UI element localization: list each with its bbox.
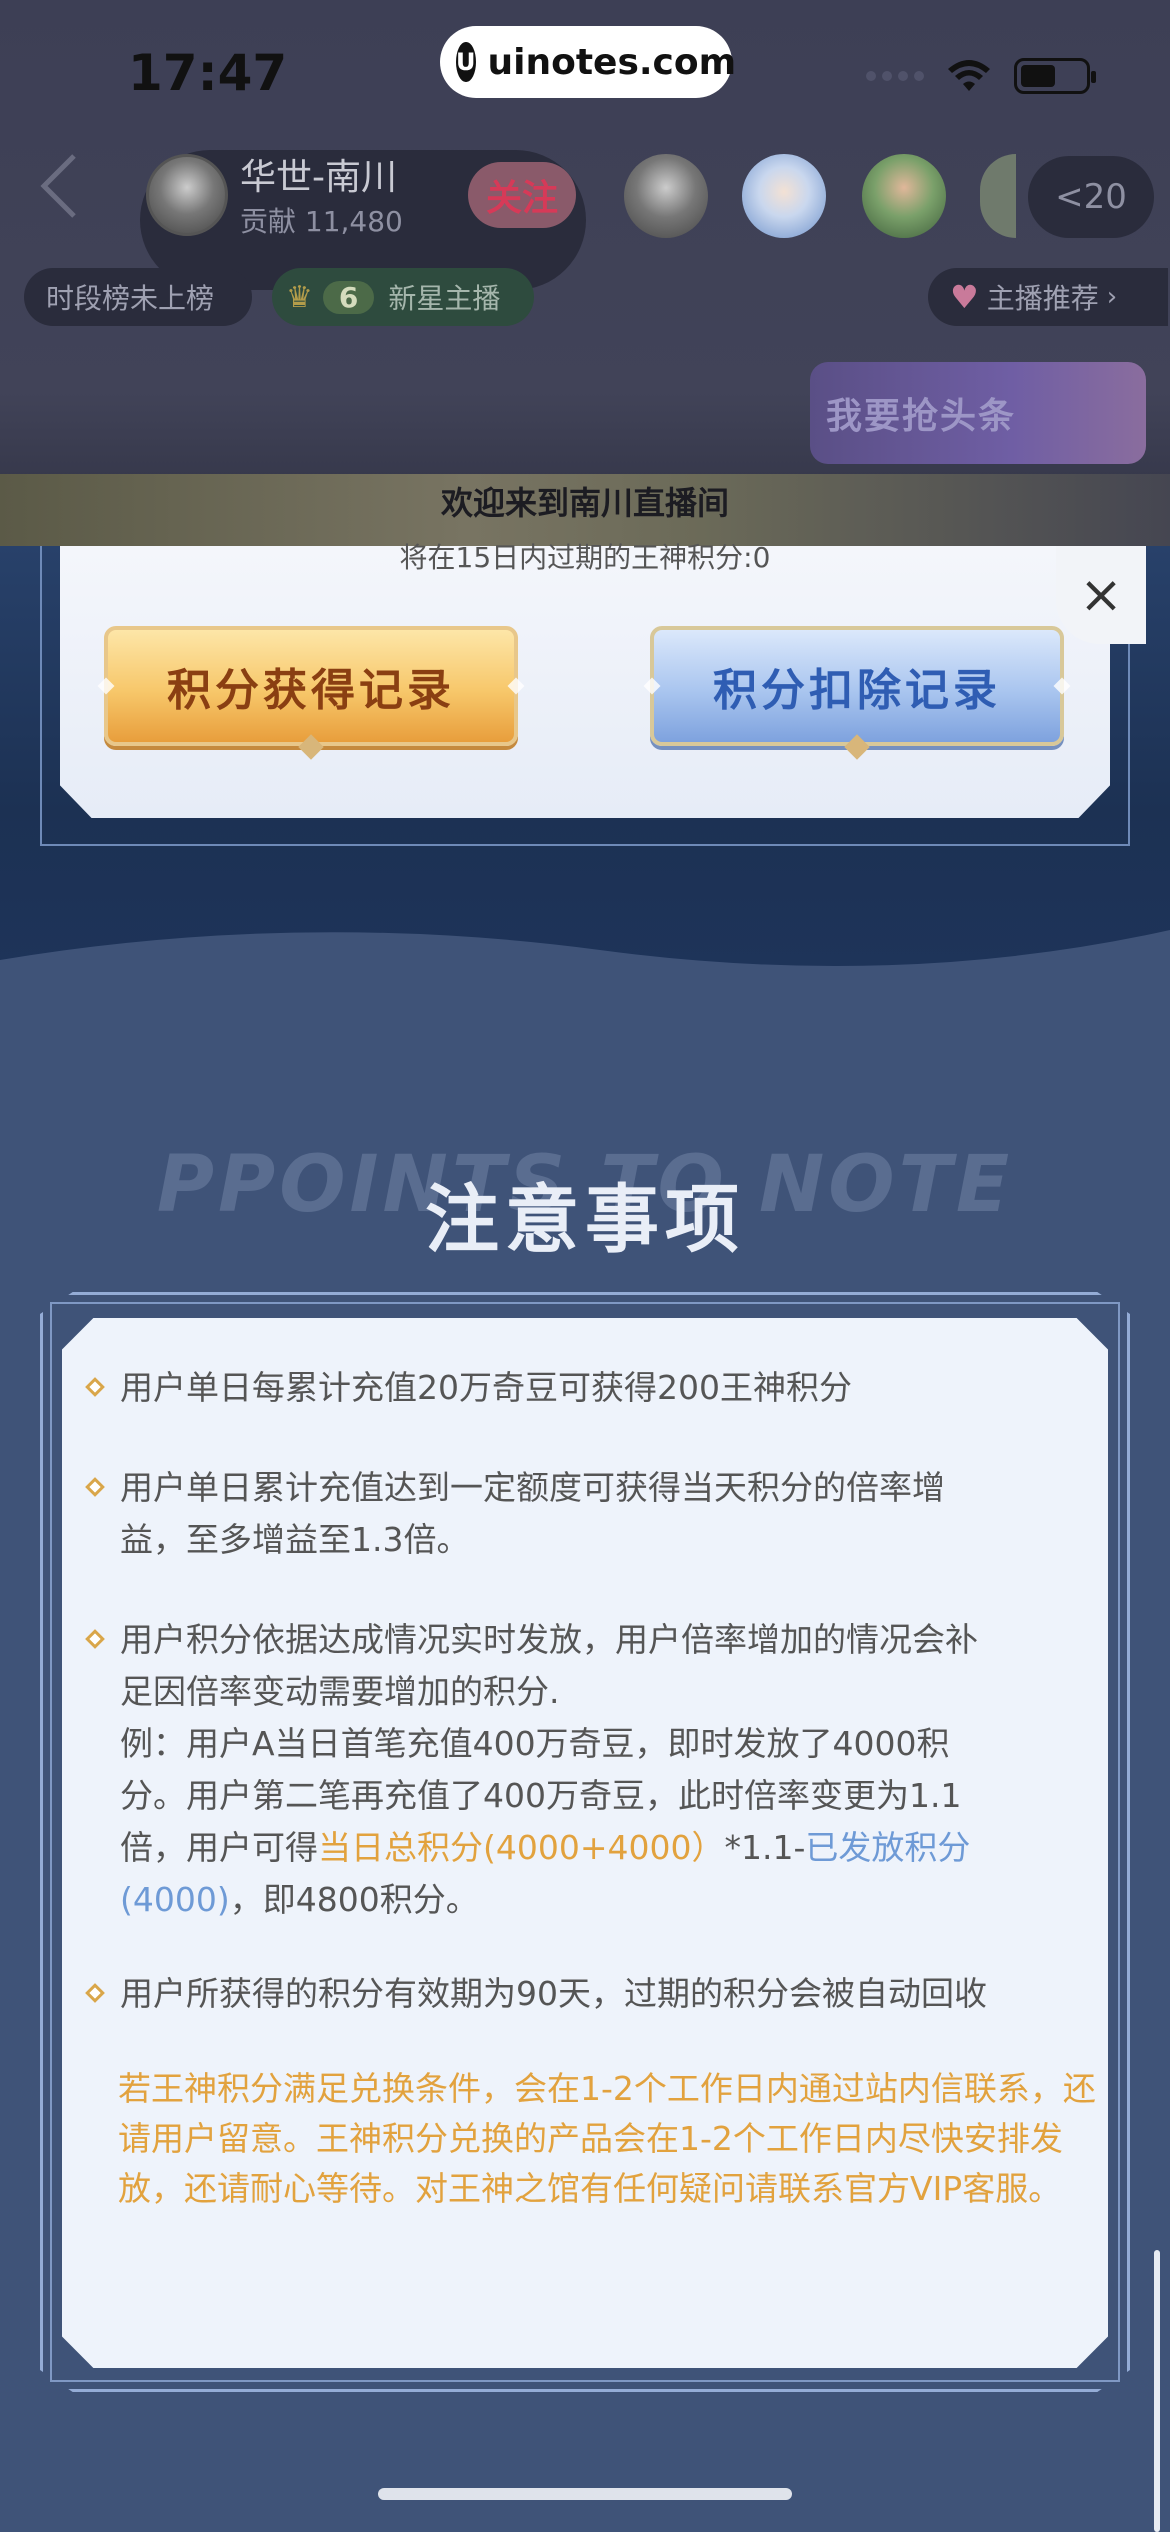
- close-button[interactable]: ×: [1056, 546, 1146, 644]
- anchor-avatar[interactable]: [146, 154, 228, 236]
- signal-icon: [866, 71, 924, 81]
- anchor-contribution: 贡献 11,480: [240, 205, 403, 238]
- home-indicator[interactable]: [378, 2488, 792, 2500]
- anchor-recommend-tag[interactable]: ♥ 主播推荐 ›: [928, 268, 1168, 326]
- watermark-text: uinotes.com: [487, 41, 737, 83]
- status-bar: 17:47 U uinotes.com: [0, 0, 1170, 140]
- wifi-icon: [948, 60, 990, 91]
- star-level: 6: [322, 280, 375, 314]
- scrollbar[interactable]: [1154, 2250, 1160, 2532]
- note-item: 用户积分依据达成情况实时发放，用户倍率增加的情况会补 足因倍率变动需要增加的积分…: [85, 1614, 1080, 1926]
- viewer-avatar[interactable]: [862, 154, 946, 238]
- issued-points-value: (4000): [120, 1880, 230, 1919]
- headline-banner[interactable]: 我要抢头条: [810, 362, 1146, 464]
- heart-icon: ♥: [950, 278, 979, 316]
- anchor-name: 华世-南川: [240, 157, 397, 198]
- chevron-right-icon: ›: [1106, 282, 1118, 312]
- follow-button[interactable]: 关注: [468, 162, 576, 228]
- earn-record-button[interactable]: 积分获得记录: [97, 626, 525, 760]
- star-tag-label: 新星主播: [388, 282, 501, 315]
- deduct-record-button[interactable]: 积分扣除记录: [643, 626, 1071, 760]
- star-anchor-tag[interactable]: ♛ 6 新星主播: [272, 268, 534, 326]
- expiring-points-text: 将在15日内过期的王神积分:0: [399, 541, 771, 574]
- note-item: 用户所获得的积分有效期为90天，过期的积分会被自动回收: [85, 1968, 1080, 2020]
- earn-record-label: 积分获得记录: [167, 665, 455, 716]
- note-item: 用户单日累计充值达到一定额度可获得当天积分的倍率增 益，至多增益至1.3倍。: [85, 1462, 1080, 1566]
- close-icon: ×: [1079, 565, 1123, 625]
- battery-icon: [1014, 58, 1096, 94]
- viewer-avatar[interactable]: [624, 154, 708, 238]
- notes-title: 注意事项: [425, 1177, 745, 1263]
- recommend-label: 主播推荐: [986, 282, 1099, 315]
- total-points-highlight: 当日总积分(4000+4000）: [318, 1828, 725, 1867]
- watermark-logo-icon: U: [456, 42, 476, 82]
- status-time: 17:47: [128, 44, 288, 102]
- crown-icon: ♛: [286, 279, 313, 315]
- watermark: U uinotes.com: [440, 26, 736, 98]
- rank-tag[interactable]: 时段榜未上榜: [24, 268, 252, 326]
- viewer-count[interactable]: <20: [1028, 156, 1154, 238]
- exchange-notice: 若王神积分满足兑换条件，会在1-2个工作日内通过站内信联系，还 请用户留意。王神…: [118, 2069, 1096, 2208]
- welcome-text: 欢迎来到南川直播间: [440, 484, 729, 522]
- status-icons: [866, 58, 1096, 94]
- viewer-avatar[interactable]: [742, 154, 826, 238]
- note-item: 用户单日每累计充值20万奇豆可获得200王神积分: [85, 1362, 1080, 1414]
- back-chevron-icon[interactable]: [36, 150, 84, 222]
- deduct-record-label: 积分扣除记录: [713, 665, 1001, 716]
- issued-points-highlight: 已发放积分: [805, 1828, 971, 1867]
